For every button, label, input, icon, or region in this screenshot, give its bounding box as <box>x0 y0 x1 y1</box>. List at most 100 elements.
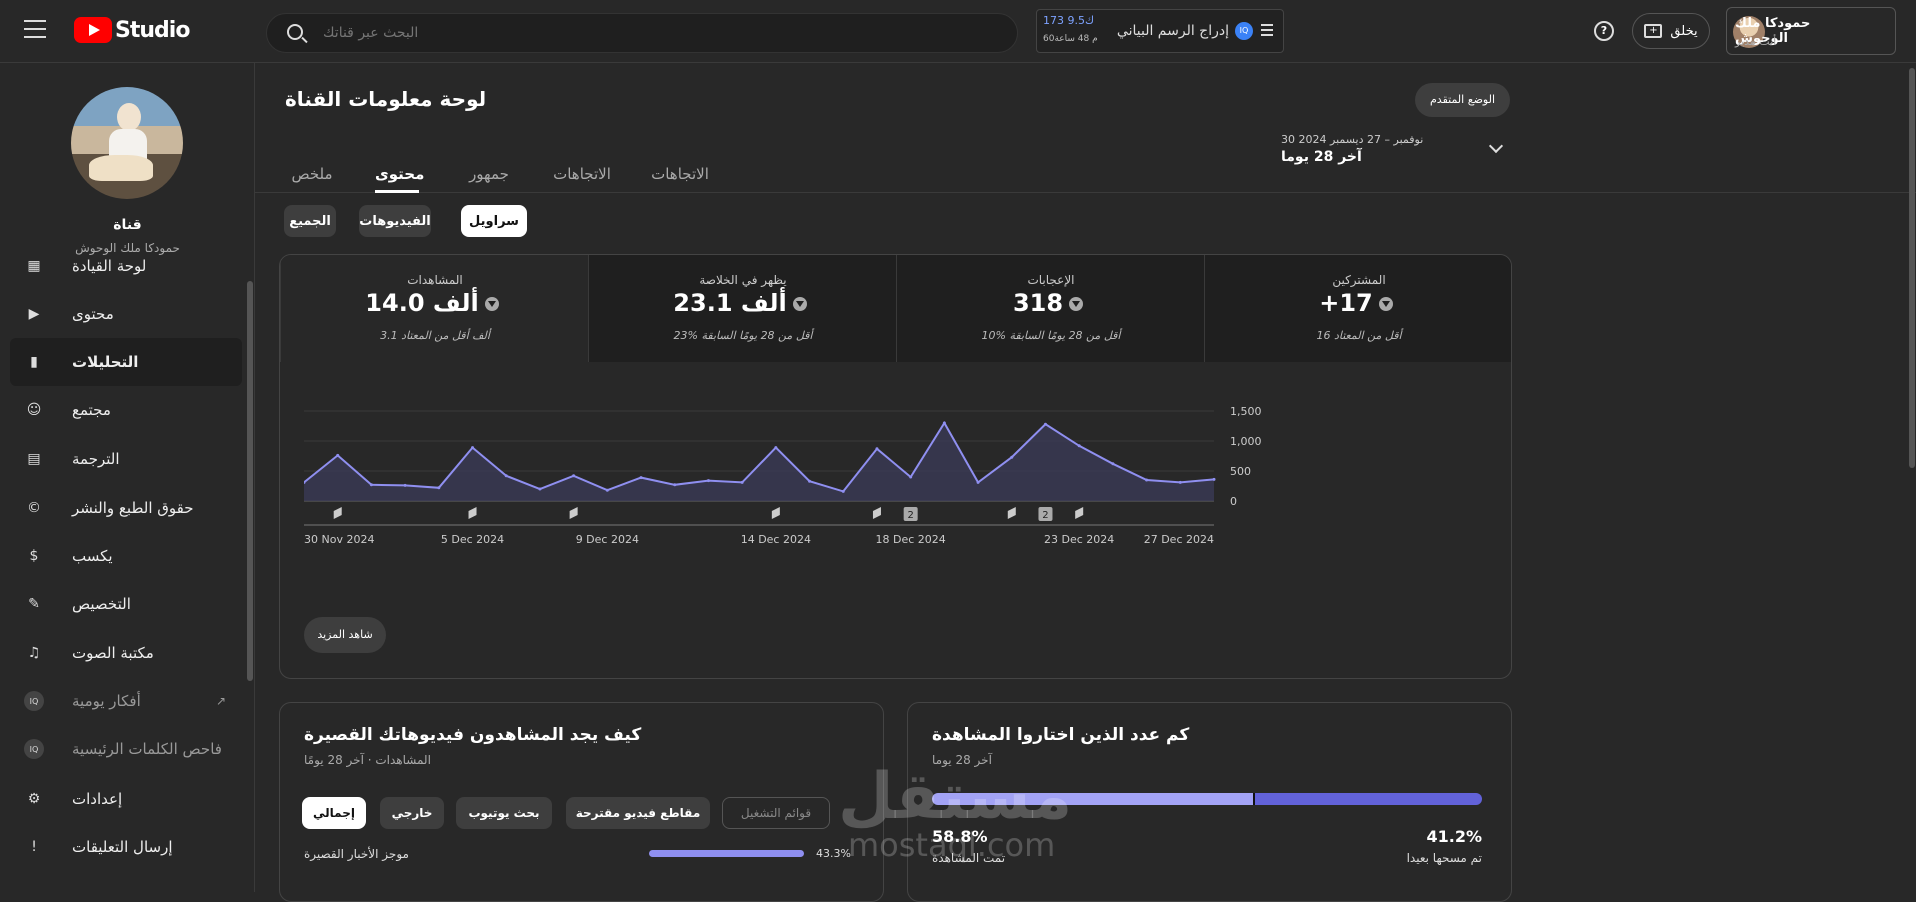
data-point <box>1043 422 1047 426</box>
widget-title: إدراج الرسم البياني <box>1116 23 1229 39</box>
metric-value-wrap: +17 <box>1205 289 1511 317</box>
tab-trends-1[interactable]: الاتجاهات <box>551 165 613 193</box>
x-tick-label: 23 Dec 2024 <box>1044 533 1114 546</box>
dashboard-icon: ▦ <box>27 258 41 274</box>
advanced-mode-button[interactable]: الوضع المتقدم <box>1415 83 1510 117</box>
arrow-down-icon <box>792 297 807 311</box>
views-chart[interactable]: 0 500 1,000 1,500 2 2 30 Nov 2024 5 Dec 2024 9 D… <box>304 375 1444 555</box>
tab-bar: ملخص محتوى جمهور الاتجاهات الاتجاهات <box>255 151 1916 193</box>
community-icon: ☺ <box>26 402 42 418</box>
data-point <box>639 476 643 480</box>
metric-impressions[interactable]: يظهر في الخلاصة 23.1 ألف 23% أقل من 28 ي… <box>588 255 897 362</box>
avatar-lion <box>89 155 153 181</box>
sidebar-item-audio-library[interactable]: ♫ مكتبة الصوت <box>10 629 242 677</box>
youtube-play-icon <box>74 17 112 43</box>
help-icon[interactable]: ? <box>1594 21 1614 41</box>
chip-youtube-search[interactable]: بحث يوتيوب <box>456 797 552 829</box>
search-icon[interactable] <box>287 24 303 40</box>
tab-trends-2[interactable]: الاتجاهات <box>649 165 711 193</box>
metric-value: 318 <box>1012 289 1064 317</box>
shorts-icon <box>333 507 342 519</box>
metric-label: يظهر في الخلاصة <box>699 273 787 287</box>
chip-all[interactable]: الجميع <box>284 205 336 237</box>
y-tick-label: 1,000 <box>1230 435 1262 448</box>
y-tick-label: 0 <box>1230 495 1237 508</box>
tab-audience[interactable]: جمهور <box>467 165 511 193</box>
sidebar-item-dashboard[interactable]: ▦ لوحة القيادة <box>10 242 242 290</box>
sidebar-item-earn[interactable]: $ يكسب <box>10 532 242 580</box>
x-tick-label: 27 Dec 2024 <box>1144 533 1214 546</box>
sidebar-item-label: الترجمة <box>72 450 120 468</box>
sidebar-item-subtitles[interactable]: ▤ الترجمة <box>10 435 242 483</box>
sidebar-item-vidiq[interactable]: IQ فاحص الكلمات الرئيسية <box>10 725 242 773</box>
sidebar-item-content[interactable]: ▶ محتوى <box>10 290 242 338</box>
data-point <box>605 488 609 492</box>
card-subtitle: المشاهدات · آخر 28 يومًا <box>304 753 431 767</box>
source-bar <box>649 850 804 857</box>
chip-videos[interactable]: الفيديوهات <box>359 205 431 237</box>
data-point <box>909 475 913 479</box>
sidebar-item-label: التحليلات <box>72 353 139 371</box>
vidiq-widget[interactable]: IQ إدراج الرسم البياني 173 9.5ك 60م 48 س… <box>1036 9 1284 53</box>
data-point <box>1178 480 1182 484</box>
arrow-down-icon <box>484 297 499 311</box>
sidebar-item-label: التخصيص <box>72 595 131 613</box>
metric-label: المشتركين <box>1332 273 1386 287</box>
create-label: يخلق <box>1670 23 1698 39</box>
chip-suggested-videos[interactable]: مقاطع فيديو مقترحة <box>566 797 710 829</box>
widget-menu-icon[interactable] <box>1261 24 1273 39</box>
swiped-percent: 41.2% <box>1426 827 1482 846</box>
metric-views[interactable]: المشاهدات 14.0 ألف 3.1 ألف أقل من المعتا… <box>280 255 589 362</box>
sidebar-item-label: مجتمع <box>72 401 111 419</box>
create-button[interactable]: + يخلق <box>1632 13 1710 49</box>
menu-icon[interactable] <box>24 20 46 38</box>
data-point <box>875 447 879 451</box>
sidebar-item-analytics[interactable]: ▮ التحليلات <box>10 338 242 386</box>
search-input[interactable] <box>323 14 1003 52</box>
data-point <box>437 486 441 490</box>
tab-content[interactable]: محتوى <box>375 165 424 193</box>
content-icon: ▶ <box>28 306 40 322</box>
vidiq-icon: IQ <box>24 739 44 759</box>
sidebar-item-vidiq[interactable]: IQ أفكار يومية ↗ <box>10 677 242 725</box>
chip-shorts[interactable]: سراويل <box>461 205 527 237</box>
chip-playlists[interactable]: قوائم التشغيل <box>722 797 830 829</box>
sidebar-item-feedback[interactable]: ! إرسال التعليقات <box>10 823 242 871</box>
shorts-icon <box>771 507 780 519</box>
widget-sub-stats: 60م 48 ساعة <box>1043 34 1098 44</box>
swiped-segment <box>1255 793 1482 805</box>
y-tick-label: 500 <box>1230 465 1251 478</box>
studio-logo[interactable]: Studio <box>74 16 190 44</box>
channel-avatar[interactable] <box>71 87 183 199</box>
watermark-logo: مستقل <box>838 760 1073 834</box>
sidebar-scrollbar[interactable] <box>247 281 253 681</box>
source-name: موجز الأخبار القصيرة <box>304 847 409 861</box>
metrics-card: المشاهدات 14.0 ألف 3.1 ألف أقل من المعتا… <box>279 254 1512 679</box>
chip-total[interactable]: إجمالي <box>302 797 366 829</box>
x-tick-label: 5 Dec 2024 <box>441 533 504 546</box>
search-bar[interactable] <box>266 13 1018 53</box>
data-point <box>740 480 744 484</box>
data-point <box>538 487 542 491</box>
tab-summary[interactable]: ملخص <box>290 165 334 193</box>
metric-subtext: 10% أقل من 28 يومًا السابقة <box>981 329 1121 342</box>
metric-likes[interactable]: الإعجابات 318 10% أقل من 28 يومًا السابق… <box>896 255 1205 362</box>
sidebar: قناة حمودكا ملك الوحوش ▦ لوحة القيادة ▶ محت… <box>0 63 255 892</box>
sidebar-item-label: مكتبة الصوت <box>72 644 154 662</box>
data-point <box>673 483 677 487</box>
sidebar-item-customization[interactable]: ✎ التخصيص <box>10 580 242 628</box>
sidebar-item-community[interactable]: ☺ مجتمع <box>10 386 242 434</box>
data-point <box>1111 462 1115 466</box>
account-switcher[interactable]: حمودكا ملك الوحوش أنت مدير <box>1726 7 1896 55</box>
data-point <box>572 474 576 478</box>
see-more-button[interactable]: شاهد المزيد <box>304 617 386 653</box>
page-scrollbar[interactable] <box>1909 68 1915 468</box>
metric-subscribers[interactable]: المشتركين +17 16 أقل من المعتاد <box>1204 255 1511 362</box>
subtitles-icon: ▤ <box>27 451 41 467</box>
chip-external[interactable]: خارجي <box>380 797 444 829</box>
watermark-url: mostaql.com <box>848 826 1056 864</box>
sidebar-item-copyright[interactable]: © حقوق الطبع والنشر <box>10 484 242 532</box>
data-point <box>504 474 508 478</box>
sidebar-item-settings[interactable]: ⚙ إعدادات <box>10 775 242 823</box>
customization-icon: ✎ <box>28 596 40 612</box>
